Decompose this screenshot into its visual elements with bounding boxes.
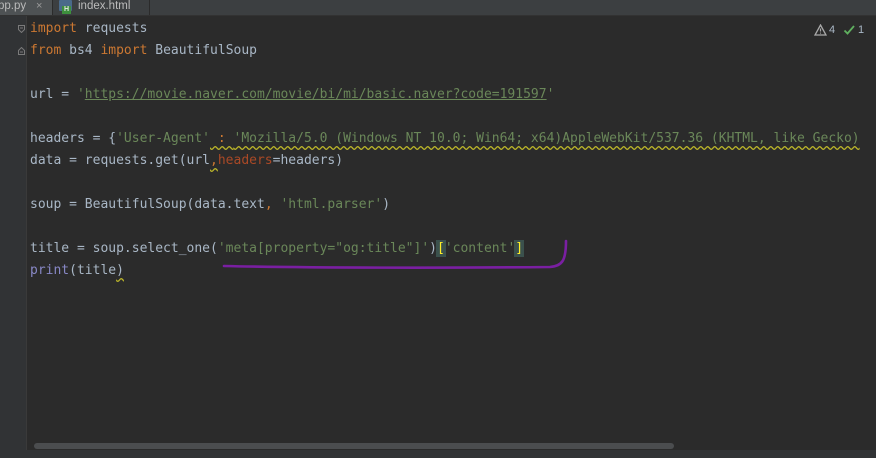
call-arguments: (title [69, 263, 117, 278]
line-gutter[interactable] [0, 16, 27, 458]
string-quote: ' [76, 87, 85, 102]
html-file-icon: H [59, 0, 72, 14]
keyword: import [30, 21, 77, 36]
string-literal: 'html.parser' [280, 197, 383, 212]
fold-start-icon[interactable] [18, 25, 25, 33]
call-expression: =headers) [272, 153, 344, 168]
call-expression: ) [429, 241, 437, 256]
tab-label: pp.py [0, 0, 27, 12]
horizontal-scrollbar[interactable] [30, 442, 876, 450]
code-line-4[interactable]: url = 'https://movie.naver.com/movie/bi/… [30, 85, 554, 105]
code-line-12[interactable]: print(title) [30, 261, 124, 281]
assignment: headers = { [30, 131, 117, 146]
tab-divider [149, 0, 150, 15]
call-expression: soup = BeautifulSoup(data.text [30, 197, 265, 212]
weak-warning-count: 1 [858, 24, 865, 36]
code-line-6[interactable]: headers = {'User-Agent' : 'Mozilla/5.0 (… [30, 129, 860, 149]
status-strip [0, 450, 876, 458]
inspection-widget[interactable]: 4 1 [813, 23, 868, 38]
call-arguments: ) [116, 263, 124, 278]
matched-bracket: ] [514, 240, 525, 257]
builtin-function: print [30, 263, 70, 278]
code-line-1[interactable]: import requests [30, 19, 147, 39]
colon-token: : [210, 131, 234, 146]
call-expression: title = soup.select_one( [30, 241, 218, 256]
call-expression: data = requests.get(url [30, 153, 211, 168]
string-literal: 'User-Agent' [116, 131, 211, 146]
url-link[interactable]: https://movie.naver.com/movie/bi/mi/basi… [85, 87, 547, 102]
code-line-11[interactable]: title = soup.select_one('meta[property="… [30, 239, 525, 259]
warning-count: 4 [829, 24, 836, 36]
fold-end-icon[interactable] [18, 47, 25, 55]
warning-icon [813, 23, 828, 36]
assignment: url = [30, 87, 77, 102]
tab-index-html[interactable]: H index.html [59, 0, 149, 15]
keyword: from [30, 43, 62, 58]
string-literal: 'content' [444, 241, 516, 256]
keyword: import [100, 43, 148, 58]
class-name: BeautifulSoup [147, 43, 257, 58]
string-literal: 'meta[property="og:title"]' [217, 241, 430, 256]
matched-bracket: [ [436, 240, 446, 257]
checkmark-icon [843, 24, 856, 36]
keyword-argument: headers [217, 153, 273, 168]
string-literal: 'Mozilla/5.0 (Windows NT 10.0; Win64; x6… [233, 131, 860, 146]
code-line-9[interactable]: soup = BeautifulSoup(data.text, 'html.pa… [30, 195, 390, 215]
code-editor[interactable]: import requests from bs4 import Beautifu… [30, 16, 876, 446]
module-name: bs4 [61, 43, 101, 58]
scrollbar-thumb[interactable] [34, 443, 674, 449]
comma-token: , [264, 197, 281, 212]
editor-tab-bar: pp.py × H index.html [0, 0, 876, 16]
code-line-7[interactable]: data = requests.get(url,headers=headers) [30, 151, 343, 171]
module-name: requests [76, 21, 148, 36]
comma-token: , [210, 153, 218, 168]
tab-pp-py[interactable]: pp.py × [0, 0, 52, 15]
close-icon[interactable]: × [36, 0, 42, 12]
string-quote: ' [546, 87, 555, 102]
tab-divider [52, 0, 53, 15]
code-line-2[interactable]: from bs4 import BeautifulSoup [30, 41, 257, 61]
tab-label: index.html [78, 0, 131, 12]
call-expression: ) [382, 197, 391, 212]
